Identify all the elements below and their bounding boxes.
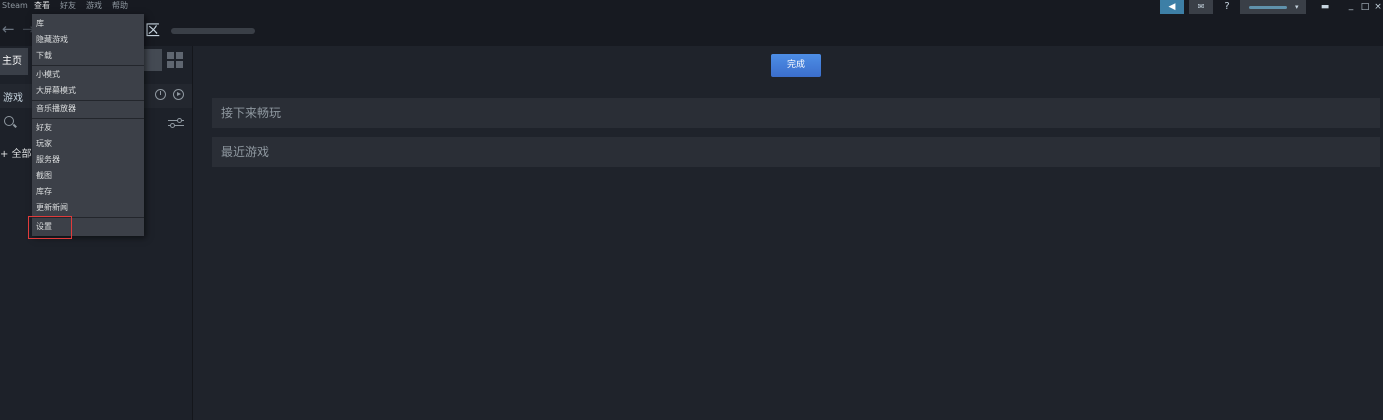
- minimize-button[interactable]: _: [1346, 0, 1356, 14]
- menu-games[interactable]: 游戏: [86, 0, 102, 11]
- shelf-play-next[interactable]: 接下来畅玩: [212, 98, 1380, 128]
- search-icon[interactable]: [4, 116, 14, 126]
- menu-item-news[interactable]: 更新新闻: [36, 201, 140, 215]
- tab-community[interactable]: 区: [145, 19, 160, 40]
- menu-item-downloads[interactable]: 下载: [36, 49, 140, 63]
- menu-separator: [32, 100, 144, 101]
- menu-item-inventory[interactable]: 库存: [36, 185, 140, 199]
- nav-bar: ← → 区: [0, 14, 1383, 46]
- menu-item-hidden-games[interactable]: 隐藏游戏: [36, 33, 140, 47]
- menu-item-library[interactable]: 库: [36, 17, 140, 31]
- menu-item-screenshots[interactable]: 截图: [36, 169, 140, 183]
- view-menu-dropdown: 库 隐藏游戏 下载 小模式 大屏幕模式 音乐播放器 好友 玩家 服务器 截图 库…: [32, 14, 144, 236]
- menu-item-players[interactable]: 玩家: [36, 137, 140, 151]
- chevron-down-icon: ▾: [1295, 3, 1299, 11]
- menu-item-big-picture[interactable]: 大屏幕模式: [36, 84, 140, 98]
- menu-bar: Steam 查看 好友 游戏 帮助 ◀ ✉ ? ▾ ▬ _ □ ×: [0, 0, 1383, 14]
- clock-icon[interactable]: [155, 89, 166, 100]
- menu-help[interactable]: 帮助: [112, 0, 128, 11]
- done-button[interactable]: 完成: [771, 54, 821, 77]
- menu-steam[interactable]: Steam: [2, 0, 28, 11]
- menu-friends[interactable]: 好友: [60, 0, 76, 11]
- play-icon[interactable]: [173, 89, 184, 100]
- megaphone-icon: ◀: [1168, 2, 1176, 12]
- arrow-left-icon[interactable]: ←: [2, 20, 15, 38]
- menu-item-friends[interactable]: 好友: [36, 121, 140, 135]
- notifications-button[interactable]: ✉: [1189, 0, 1213, 14]
- account-name-blurred: [1249, 6, 1287, 9]
- menu-item-servers[interactable]: 服务器: [36, 153, 140, 167]
- username-blurred: [171, 28, 255, 34]
- grid-icon: [167, 52, 174, 59]
- envelope-icon: ✉: [1197, 2, 1205, 11]
- maximize-button[interactable]: □: [1360, 0, 1370, 14]
- list-view-button[interactable]: [143, 49, 162, 71]
- menu-item-small-mode[interactable]: 小模式: [36, 68, 140, 82]
- menu-separator: [32, 118, 144, 119]
- menu-item-music-player[interactable]: 音乐播放器: [36, 102, 140, 116]
- home-button[interactable]: 主页: [0, 48, 28, 75]
- announcements-button[interactable]: ◀: [1160, 0, 1184, 14]
- help-button[interactable]: ?: [1218, 0, 1236, 14]
- close-button[interactable]: ×: [1373, 0, 1383, 14]
- controller-icon: ▬: [1320, 2, 1330, 12]
- menu-view[interactable]: 查看: [34, 0, 50, 11]
- account-menu-button[interactable]: ▾: [1240, 0, 1306, 14]
- games-filter-label: 游戏: [3, 93, 23, 104]
- menu-separator: [32, 65, 144, 66]
- grid-view-button[interactable]: [164, 49, 186, 71]
- library-home: 完成 接下来畅玩 最近游戏: [193, 46, 1383, 420]
- question-icon: ?: [1224, 1, 1230, 12]
- settings-highlight-box: [28, 216, 72, 239]
- all-games-collapse[interactable]: + 全部: [0, 145, 32, 160]
- filter-sliders-icon[interactable]: [168, 118, 184, 128]
- shelf-recent-games[interactable]: 最近游戏: [212, 137, 1380, 167]
- big-picture-button[interactable]: ▬: [1318, 0, 1332, 14]
